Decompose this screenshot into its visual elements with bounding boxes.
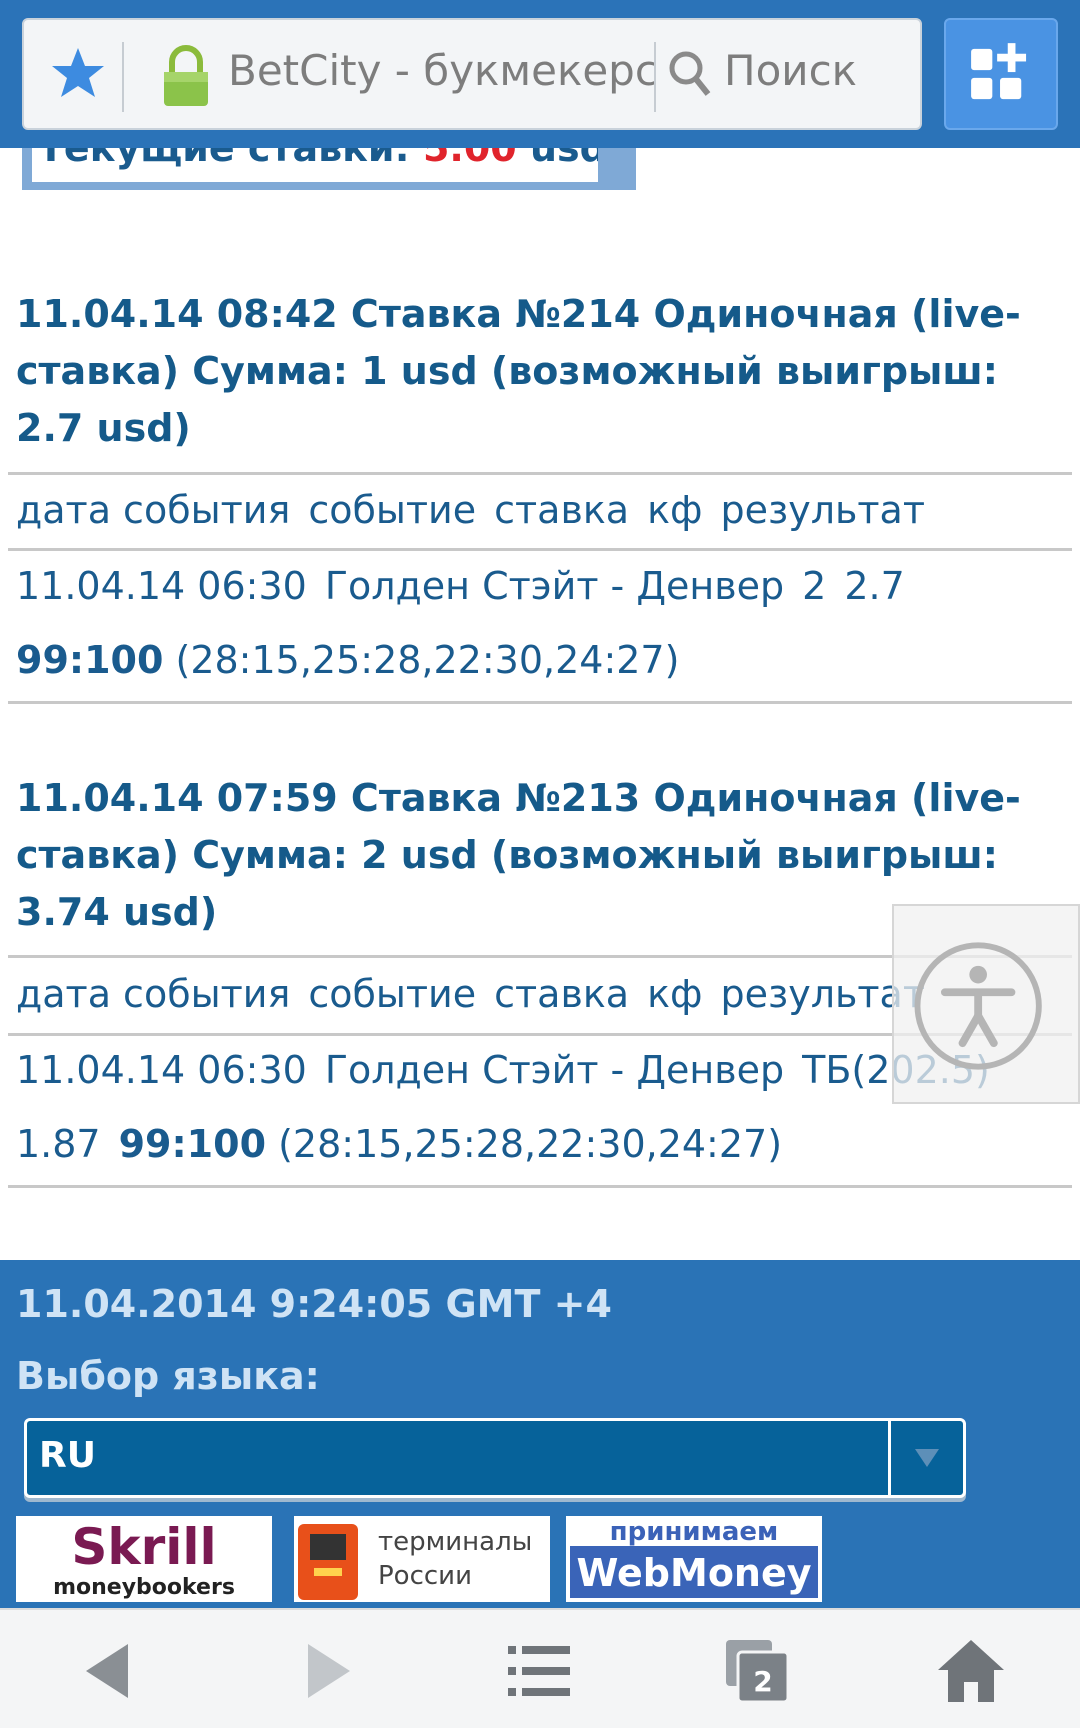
column-coef: кф (647, 488, 703, 532)
apps-grid-icon (971, 43, 1027, 100)
divider (654, 42, 656, 112)
bookmark-star-icon[interactable] (48, 44, 108, 104)
divider (122, 42, 124, 112)
table-row: 1.87 99:100 (28:15,25:28,22:30,24:27) (16, 1122, 782, 1166)
current-bets-currency: usd (529, 148, 598, 170)
svg-text:2: 2 (753, 1665, 772, 1698)
address-bar[interactable]: BetCity - букмекерс Поиск (22, 18, 922, 130)
divider (8, 472, 1072, 475)
divider (8, 548, 1072, 551)
current-bets-inner: Текущие ставки: 5.00 usd (32, 148, 598, 182)
divider (8, 1185, 1072, 1188)
browser-nav-bar: 2 (0, 1608, 1080, 1728)
column-event: событие (308, 488, 477, 532)
search-input[interactable]: Поиск (724, 46, 857, 95)
skrill-logo[interactable]: Skrill moneybookers (16, 1516, 272, 1602)
event-coef: 1.87 (16, 1122, 101, 1166)
back-arrow-icon[interactable] (72, 1636, 142, 1706)
svg-text:WebMoney: WebMoney (576, 1551, 811, 1595)
table-row: 11.04.14 06:30Голден Стэйт - ДенверТБ(20… (16, 1048, 990, 1092)
footer: 11.04.2014 9:24:05 GMT +4 Выбор языка: R… (0, 1260, 1080, 1608)
current-bets-text: Текущие ставки: 5.00 usd (38, 148, 598, 170)
column-coef: кф (647, 972, 703, 1016)
event-name: Голден Стэйт - Денвер (324, 564, 785, 608)
url-text[interactable]: BetCity - букмекерс (228, 46, 658, 95)
svg-text:Skrill: Skrill (71, 1518, 216, 1576)
event-score-detail: (28:15,25:28,22:30,24:27) (175, 638, 680, 682)
terminals-logo-graphic: терминалы России (298, 1524, 532, 1600)
event-coef: 2.7 (844, 564, 905, 608)
menu-list-icon[interactable] (504, 1636, 574, 1706)
svg-text:принимаем: принимаем (610, 1517, 779, 1547)
forward-arrow-icon[interactable] (294, 1636, 364, 1706)
divider (8, 701, 1072, 704)
tabs-icon[interactable]: 2 (722, 1636, 792, 1706)
event-score: 99:100 (118, 1122, 267, 1166)
event-name: Голден Стэйт - Денвер (324, 1048, 785, 1092)
add-apps-button[interactable] (944, 18, 1058, 130)
event-date: 11.04.14 06:30 (16, 564, 307, 608)
column-headers: дата события событие ставка кф результат (16, 488, 925, 532)
accessibility-icon (914, 942, 1042, 1070)
search-icon[interactable] (668, 50, 712, 98)
divider (888, 1421, 891, 1495)
accessibility-button[interactable] (892, 904, 1080, 1104)
event-score-detail: (28:15,25:28,22:30,24:27) (278, 1122, 783, 1166)
column-stake: ставка (494, 488, 630, 532)
webmoney-logo-graphic: принимаем WebMoney (566, 1516, 822, 1602)
webmoney-logo[interactable]: принимаем WebMoney (566, 1516, 822, 1602)
column-headers: дата события событие ставка кф результат (16, 972, 925, 1016)
bet-header[interactable]: 11.04.14 08:42 Ставка №214 Одиночная (li… (16, 286, 1056, 457)
column-result: результат (720, 488, 925, 532)
column-stake: ставка (494, 972, 630, 1016)
svg-text:терминалы: терминалы (378, 1527, 532, 1557)
server-datetime: 11.04.2014 9:24:05 GMT +4 (16, 1282, 612, 1326)
svg-text:moneybookers: moneybookers (53, 1575, 235, 1600)
language-label: Выбор языка: (16, 1354, 320, 1398)
current-bets-label: Текущие ставки: (38, 148, 410, 170)
lock-icon (164, 45, 208, 106)
event-date: 11.04.14 06:30 (16, 1048, 307, 1092)
home-icon[interactable] (936, 1636, 1006, 1706)
skrill-logo-graphic: Skrill moneybookers (53, 1518, 235, 1600)
event-score: 99:100 (16, 638, 164, 682)
language-selected-value: RU (39, 1435, 96, 1476)
current-bets-amount: 5.00 (422, 148, 517, 170)
event-stake: 2 (802, 564, 827, 608)
language-select[interactable]: RU (24, 1418, 966, 1498)
table-row: 99:100 (28:15,25:28,22:30,24:27) (16, 638, 679, 682)
column-event: событие (308, 972, 477, 1016)
browser-toolbar: BetCity - букмекерс Поиск (0, 0, 1080, 148)
svg-text:России: России (378, 1561, 472, 1591)
dropdown-arrow-icon (915, 1449, 939, 1467)
current-bets-panel: Текущие ставки: 5.00 usd (22, 148, 636, 190)
terminals-russia-logo[interactable]: терминалы России (294, 1516, 550, 1602)
column-date: дата события (16, 972, 291, 1016)
column-date: дата события (16, 488, 291, 532)
table-row: 11.04.14 06:30 Голден Стэйт - Денвер 2 2.7 (16, 564, 905, 608)
